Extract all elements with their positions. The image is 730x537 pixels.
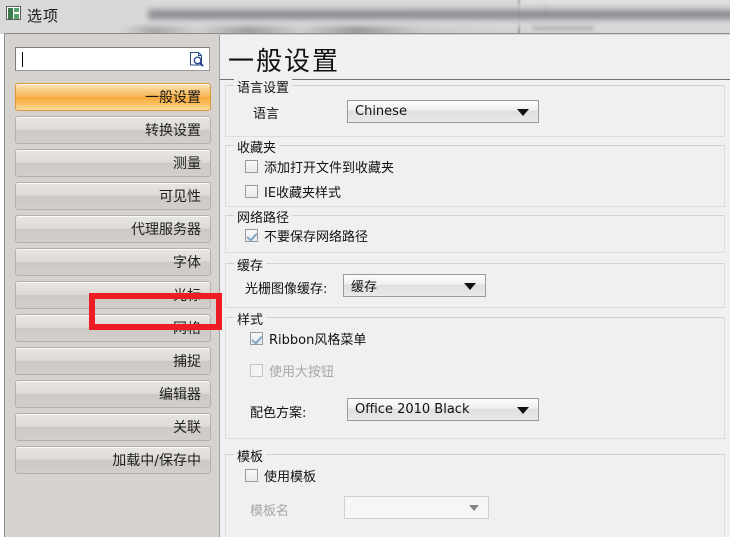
sidebar: 一般设置 转换设置 测量 可见性 代理服务器 字体 光标 网格 捕捉 编辑器 关… xyxy=(6,35,218,537)
options-dialog: 一般设置 转换设置 测量 可见性 代理服务器 字体 光标 网格 捕捉 编辑器 关… xyxy=(4,33,730,537)
search-input[interactable] xyxy=(21,51,179,67)
checkbox-box[interactable] xyxy=(245,160,258,173)
checkbox-box[interactable] xyxy=(250,364,263,377)
checkbox-use-template[interactable]: 使用模板 xyxy=(245,466,316,485)
screen: 选项 一般设置 转换设置 测量 可见性 代理服务器 字体 光标 网格 捕捉 编辑… xyxy=(0,0,730,537)
sidebar-item-label: 可见性 xyxy=(159,189,201,205)
sidebar-item-label: 编辑器 xyxy=(159,387,201,403)
sidebar-item-label: 代理服务器 xyxy=(131,222,201,238)
settings-panel: 一般设置 语言设置 语言 Chinese 收藏夹 添加打开文件到收藏夹 IE收藏… xyxy=(219,35,730,537)
checkbox-box[interactable] xyxy=(245,185,258,198)
checkbox-box[interactable] xyxy=(245,469,258,482)
sidebar-item-association[interactable]: 关联 xyxy=(15,413,211,441)
checkbox-box[interactable] xyxy=(245,229,258,242)
checkbox-dont-save-network-path[interactable]: 不要保存网络路径 xyxy=(245,226,368,245)
checkbox-label: 使用模板 xyxy=(264,470,317,485)
group-favorites: 收藏夹 添加打开文件到收藏夹 IE收藏夹样式 xyxy=(225,137,725,207)
group-label: 样式 xyxy=(234,309,267,328)
sidebar-item-label: 字体 xyxy=(173,255,201,271)
sidebar-item-label: 捕捉 xyxy=(173,354,201,370)
checkbox-ie-favorites-style[interactable]: IE收藏夹样式 xyxy=(245,182,341,201)
sidebar-item-measure[interactable]: 测量 xyxy=(15,149,211,177)
template-name-combobox[interactable] xyxy=(344,496,489,519)
language-field-label: 语言 xyxy=(253,107,280,122)
sidebar-item-label: 转换设置 xyxy=(145,123,201,139)
sidebar-item-conversion[interactable]: 转换设置 xyxy=(15,116,211,144)
background-window xyxy=(0,0,730,36)
options-app-icon xyxy=(6,6,21,20)
sidebar-item-label: 关联 xyxy=(173,420,201,436)
sidebar-item-label: 加载中/保存中 xyxy=(112,453,201,469)
color-scheme-label: 配色方案: xyxy=(250,406,307,421)
window-title: 选项 xyxy=(27,7,60,25)
color-scheme-combobox[interactable]: Office 2010 Black xyxy=(347,398,539,421)
raster-cache-combobox[interactable]: 缓存 xyxy=(343,274,486,297)
checkbox-label: 使用大按钮 xyxy=(269,365,335,380)
sidebar-item-loading-saving[interactable]: 加载中/保存中 xyxy=(15,446,211,474)
sidebar-item-label: 测量 xyxy=(173,156,201,172)
chevron-down-icon xyxy=(517,108,529,116)
chevron-down-icon xyxy=(469,504,479,511)
group-label: 网络路径 xyxy=(234,207,293,226)
group-cache: 缓存 光栅图像缓存: 缓存 xyxy=(225,255,725,308)
sidebar-item-cursor[interactable]: 光标 xyxy=(15,281,211,309)
group-template: 模板 使用模板 模板名 xyxy=(225,446,725,537)
group-network-path: 网络路径 不要保存网络路径 xyxy=(225,207,725,253)
group-label: 缓存 xyxy=(234,255,267,274)
sidebar-item-grid[interactable]: 网格 xyxy=(15,314,211,342)
template-name-label: 模板名 xyxy=(250,504,290,519)
color-scheme-value: Office 2010 Black xyxy=(355,402,470,417)
sidebar-item-snap[interactable]: 捕捉 xyxy=(15,347,211,375)
checkbox-label: Ribbon风格菜单 xyxy=(269,333,367,348)
sidebar-item-list: 一般设置 转换设置 测量 可见性 代理服务器 字体 光标 网格 捕捉 编辑器 关… xyxy=(15,83,211,479)
sidebar-item-general[interactable]: 一般设置 xyxy=(15,83,211,111)
raster-cache-label: 光栅图像缓存: xyxy=(245,282,328,297)
chevron-down-icon xyxy=(517,406,529,414)
group-label: 模板 xyxy=(234,446,267,465)
chevron-down-icon xyxy=(464,282,476,290)
sidebar-item-visibility[interactable]: 可见性 xyxy=(15,182,211,210)
checkbox-add-open-files-to-favorites[interactable]: 添加打开文件到收藏夹 xyxy=(245,157,394,176)
sidebar-item-proxy-server[interactable]: 代理服务器 xyxy=(15,215,211,243)
language-combobox-value: Chinese xyxy=(355,104,407,119)
sidebar-item-label: 光标 xyxy=(173,288,201,304)
checkbox-box[interactable] xyxy=(250,332,263,345)
language-combobox[interactable]: Chinese xyxy=(347,100,539,123)
checkbox-use-large-buttons[interactable]: 使用大按钮 xyxy=(250,361,334,380)
raster-cache-value: 缓存 xyxy=(351,280,378,295)
sidebar-item-label: 一般设置 xyxy=(145,90,201,106)
sidebar-item-editor[interactable]: 编辑器 xyxy=(15,380,211,408)
search-box[interactable] xyxy=(15,47,210,71)
checkbox-label: 添加打开文件到收藏夹 xyxy=(264,161,395,176)
search-document-magnifier-icon[interactable] xyxy=(188,51,205,68)
group-language-settings: 语言设置 语言 Chinese xyxy=(225,77,725,137)
page-title: 一般设置 xyxy=(228,47,341,77)
checkbox-label: IE收藏夹样式 xyxy=(264,186,342,201)
group-label: 语言设置 xyxy=(234,77,293,96)
group-label: 收藏夹 xyxy=(234,137,280,156)
checkbox-ribbon-style-menu[interactable]: Ribbon风格菜单 xyxy=(250,329,366,348)
sidebar-item-font[interactable]: 字体 xyxy=(15,248,211,276)
sidebar-item-label: 网格 xyxy=(173,321,201,337)
group-style: 样式 Ribbon风格菜单 使用大按钮 配色方案: Office 2010 Bl… xyxy=(225,309,725,439)
checkbox-label: 不要保存网络路径 xyxy=(264,230,369,245)
title-divider xyxy=(220,79,730,80)
background-toolbar-blur xyxy=(148,3,730,27)
